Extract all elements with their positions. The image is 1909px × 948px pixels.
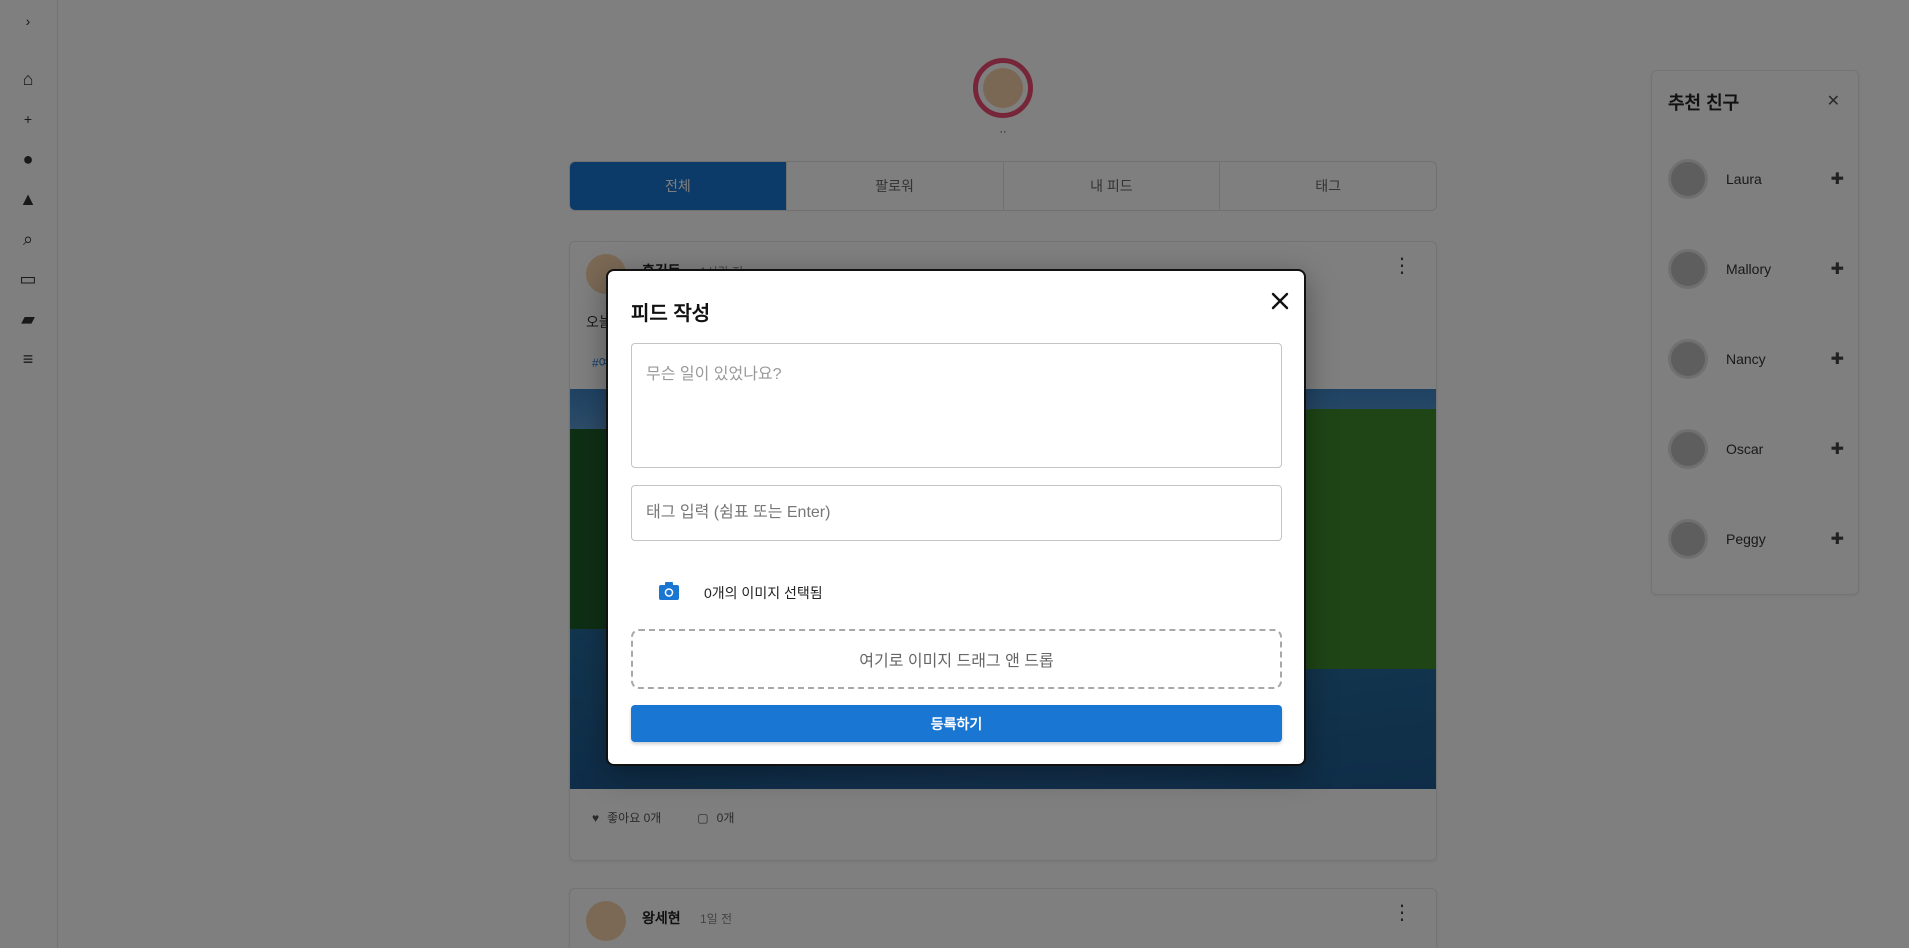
close-icon: [1271, 292, 1289, 310]
image-upload-button[interactable]: [654, 576, 684, 606]
image-dropzone[interactable]: 여기로 이미지 드래그 앤 드롭: [631, 629, 1282, 689]
image-count-label: 0개의 이미지 선택됨: [704, 585, 823, 601]
tag-input[interactable]: [631, 485, 1282, 541]
content-input[interactable]: [631, 343, 1282, 468]
submit-button[interactable]: 등록하기: [631, 705, 1282, 742]
camera-icon: [659, 582, 679, 600]
create-feed-modal: 피드 작성 0개의 이미지 선택됨 여기로 이미지 드래그 앤 드롭 등록하기: [606, 269, 1306, 766]
close-button[interactable]: [1268, 289, 1292, 313]
modal-title: 피드 작성: [631, 303, 711, 325]
